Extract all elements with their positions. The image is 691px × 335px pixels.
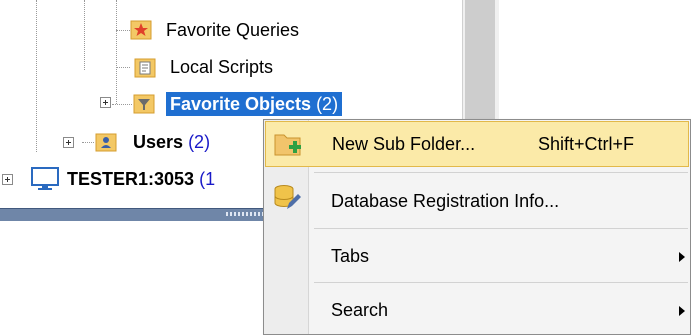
menu-separator [314,282,688,283]
database-edit-icon [274,185,301,209]
tree-item-users[interactable]: Users (2) [133,130,210,154]
tree-item-favorite-objects[interactable]: Favorite Objects (2) [164,91,344,117]
tree-guide-line [36,0,37,152]
expand-toggle[interactable] [63,137,74,148]
star-icon [130,20,152,40]
menu-item-tabs[interactable]: Tabs [265,233,689,279]
menu-separator [314,172,688,173]
new-folder-icon [274,134,301,156]
item-count: (2) [316,94,339,114]
tree-item-label: Users [133,132,184,152]
tree-guide-line [116,67,130,68]
users-folder-icon [95,133,117,152]
monitor-icon [31,167,59,190]
expand-toggle[interactable] [100,97,111,108]
tree-item-label: Favorite Objects [170,94,312,114]
tree-guide-line [112,104,132,105]
tree-item-local-scripts[interactable]: Local Scripts [170,55,273,79]
menu-shortcut: Shift+Ctrl+F [538,134,635,154]
context-menu: New Sub Folder... Shift+Ctrl+F Database … [263,119,691,335]
menu-label: Search [331,300,389,320]
menu-item-new-sub-folder[interactable]: New Sub Folder... Shift+Ctrl+F [265,121,689,167]
tree-guide-line [116,0,117,104]
submenu-arrow-icon [679,306,685,316]
scrollbar-thumb[interactable] [465,0,495,130]
menu-item-database-registration-info[interactable]: Database Registration Info... [265,177,689,223]
menu-separator [314,228,688,229]
menu-label: New Sub Folder... [332,134,476,154]
tree-item-favorite-queries[interactable]: Favorite Queries [166,18,299,42]
tree-guide-line [84,0,85,70]
menu-label: Tabs [331,246,370,266]
script-icon [134,58,156,78]
filter-icon [133,94,155,114]
menu-item-search[interactable]: Search [265,287,689,333]
menu-label: Database Registration Info... [331,191,560,211]
item-count: (2) [188,132,211,152]
tree-item-label: TESTER1:3053 [67,169,195,189]
tree-item-server[interactable]: TESTER1:3053 (1 [67,167,215,191]
tree-guide-line [82,142,94,143]
tree-guide-line [116,30,130,31]
expand-toggle[interactable] [2,174,13,185]
submenu-arrow-icon [679,252,685,262]
panel-resize-grip[interactable] [226,212,268,216]
item-count: (1 [199,169,216,189]
